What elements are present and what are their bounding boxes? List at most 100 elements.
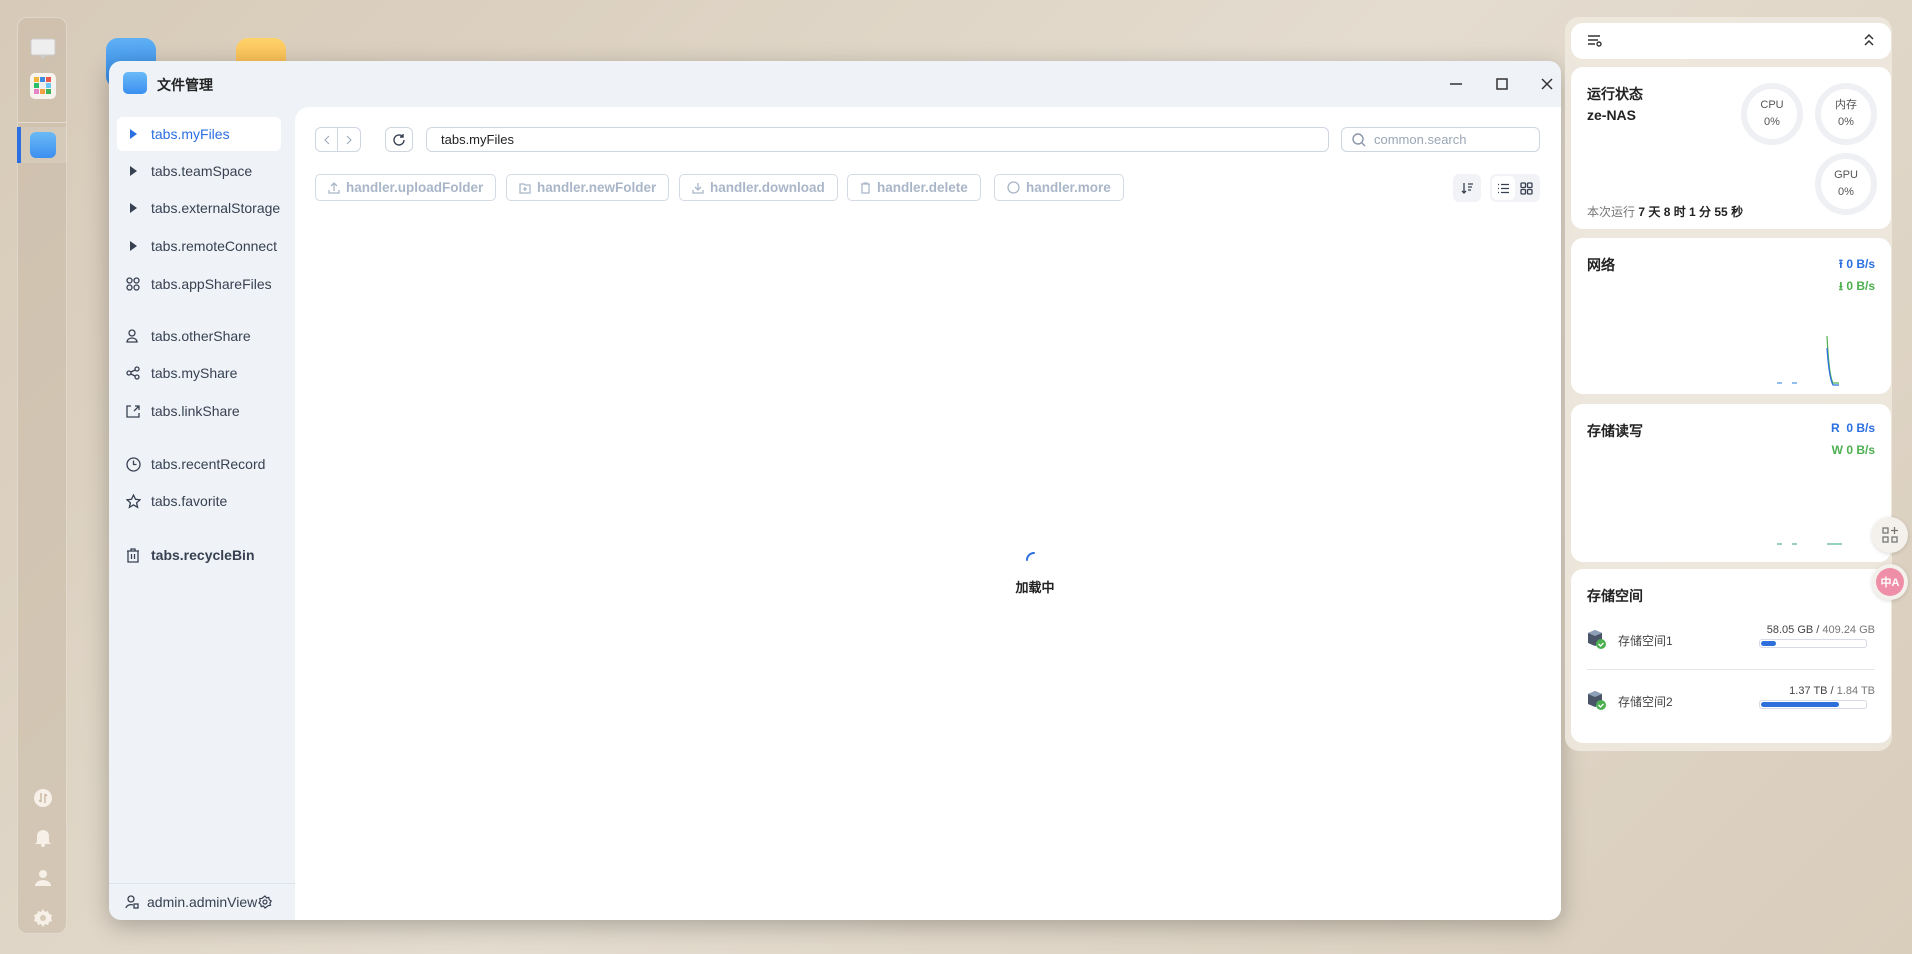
sort-button[interactable]: [1453, 174, 1481, 202]
sidebar: tabs.myFiles tabs.teamSpace tabs.externa…: [109, 107, 295, 920]
gear-icon[interactable]: [258, 895, 273, 909]
sidebar-item-label: tabs.recycleBin: [151, 547, 255, 563]
loading-spinner: [1025, 551, 1043, 574]
minimize-button[interactable]: [1444, 72, 1468, 96]
window-title: 文件管理: [157, 77, 213, 93]
storage-card: 存储空间 存储空间1 58.05 GB / 409.24 GB 存储空间2 1.…: [1571, 569, 1891, 743]
pool-usage: 1.37 TB / 1.84 TB: [1789, 685, 1875, 697]
gpu-label: GPU: [1834, 169, 1858, 181]
host-name: ze-NAS: [1587, 107, 1637, 123]
forward-button[interactable]: [338, 128, 360, 151]
maximize-button[interactable]: [1490, 72, 1514, 96]
upload-icon: [328, 181, 340, 194]
view-toggle: [1490, 174, 1540, 202]
caret-right-icon: [125, 129, 141, 139]
sidebar-item-recycle-bin[interactable]: tabs.recycleBin: [117, 538, 281, 572]
user-icon[interactable]: [30, 865, 56, 891]
sidebar-item-label: tabs.teamSpace: [151, 163, 253, 179]
transfer-icon[interactable]: [30, 785, 56, 811]
refresh-button[interactable]: [385, 127, 413, 152]
sidebar-item-label: tabs.appShareFiles: [151, 276, 272, 292]
monitor-icon[interactable]: [30, 36, 56, 62]
sidebar-item-remote-connect[interactable]: tabs.remoteConnect: [117, 229, 281, 263]
collapse-icon[interactable]: [1863, 33, 1875, 52]
sidebar-item-label: tabs.myShare: [151, 365, 238, 381]
sidebar-item-recent-record[interactable]: tabs.recentRecord: [117, 447, 281, 481]
action-label: handler.download: [710, 180, 825, 195]
more-icon: [1007, 181, 1020, 194]
path-text: tabs.myFiles: [441, 132, 514, 147]
network-title: 网络: [1587, 257, 1615, 273]
write-value: 0 B/s: [1846, 443, 1875, 457]
admin-view-label: admin.adminView: [147, 894, 258, 910]
sidebar-item-external-storage[interactable]: tabs.externalStorage: [117, 191, 281, 225]
sidebar-item-team-space[interactable]: tabs.teamSpace: [117, 154, 281, 188]
share-icon: [125, 366, 141, 380]
folder-plus-icon: [519, 182, 531, 194]
search-placeholder: common.search: [1374, 132, 1467, 147]
pool-usage: 58.05 GB / 409.24 GB: [1766, 624, 1875, 636]
back-button[interactable]: [316, 128, 338, 151]
download-button[interactable]: handler.download: [679, 174, 838, 201]
upload-folder-button[interactable]: handler.uploadFolder: [315, 174, 497, 201]
pool-name: 存储空间1: [1618, 634, 1673, 648]
user-admin-icon: [125, 895, 139, 909]
history-nav: [315, 127, 361, 152]
memory-label: 内存: [1835, 99, 1857, 111]
sidebar-item-label: tabs.myFiles: [151, 126, 230, 142]
disk-io-card: 存储读写 R 0 B/s W 0 B/s: [1571, 404, 1891, 562]
add-widget-button[interactable]: [1872, 517, 1908, 553]
file-manager-icon[interactable]: [30, 132, 56, 158]
pool-usage-bar: [1759, 700, 1867, 709]
grid-view-button[interactable]: [1515, 176, 1538, 200]
action-label: handler.delete: [877, 180, 968, 195]
memory-value: 0%: [1838, 116, 1854, 128]
pool-total: 409.24 GB: [1822, 624, 1875, 636]
translate-icon: 中A: [1876, 568, 1904, 596]
delete-button[interactable]: handler.delete: [847, 174, 981, 201]
pool-name: 存储空间2: [1618, 695, 1673, 709]
sidebar-item-app-share-files[interactable]: tabs.appShareFiles: [117, 267, 281, 301]
network-chart: [1777, 335, 1839, 386]
sidebar-item-favorite[interactable]: tabs.favorite: [117, 484, 281, 518]
more-button[interactable]: handler.more: [994, 174, 1124, 201]
sidebar-item-my-share[interactable]: tabs.myShare: [117, 356, 281, 390]
action-label: handler.uploadFolder: [346, 180, 484, 195]
read-speed: R 0 B/s: [1831, 421, 1875, 435]
path-input[interactable]: tabs.myFiles: [426, 127, 1329, 152]
widget-settings-icon[interactable]: [1587, 34, 1602, 52]
disk-io-chart: [1777, 543, 1842, 545]
pool-usage-bar: [1759, 639, 1867, 648]
sidebar-item-my-files[interactable]: tabs.myFiles: [117, 117, 281, 151]
sidebar-item-label: tabs.remoteConnect: [151, 238, 278, 254]
sidebar-item-other-share[interactable]: tabs.otherShare: [117, 319, 281, 353]
action-label: handler.newFolder: [537, 180, 657, 195]
app-center-icon[interactable]: [30, 73, 56, 99]
sidebar-item-link-share[interactable]: tabs.linkShare: [117, 394, 281, 428]
star-icon: [125, 493, 141, 509]
read-value: 0 B/s: [1846, 421, 1875, 435]
pool-usage-fill: [1761, 702, 1840, 707]
write-speed: W 0 B/s: [1832, 443, 1875, 457]
caret-right-icon: [125, 241, 141, 251]
memory-gauge: 内存 0%: [1815, 83, 1877, 145]
read-label: R: [1830, 421, 1840, 435]
widget-panel: 运行状态 ze-NAS CPU 0% 内存 0% GPU 0% 本次运行 7 天 8 …: [1565, 17, 1892, 751]
title-bar[interactable]: 文件管理: [109, 61, 1561, 107]
search-input[interactable]: common.search: [1341, 127, 1540, 152]
search-icon: [1352, 132, 1366, 147]
settings-icon[interactable]: [30, 905, 56, 931]
close-button[interactable]: [1535, 72, 1559, 96]
uptime: 本次运行 7 天 8 时 1 分 55 秒: [1587, 203, 1743, 220]
translate-button[interactable]: 中A: [1872, 564, 1908, 600]
loading-text: 加载中: [1015, 580, 1055, 595]
apps-icon: [125, 277, 141, 291]
list-view-button[interactable]: [1492, 176, 1515, 200]
admin-view-link[interactable]: admin.adminView: [109, 883, 295, 920]
main-content: tabs.myFiles common.search handler.uploa…: [295, 107, 1561, 920]
bell-icon[interactable]: [30, 824, 56, 850]
new-folder-button[interactable]: handler.newFolder: [506, 174, 670, 201]
divider: [1587, 669, 1875, 670]
users-icon: [125, 329, 141, 343]
status-title: 运行状态: [1587, 86, 1643, 102]
